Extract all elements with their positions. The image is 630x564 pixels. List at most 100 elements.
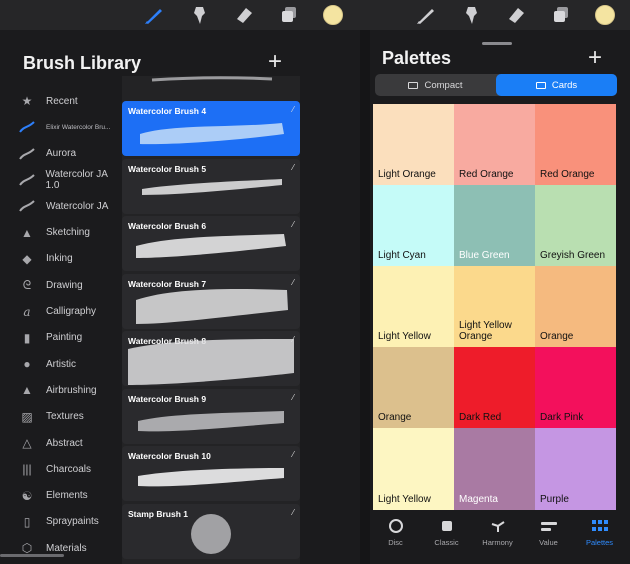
- category-label: Elixir Watercolor Bru...: [46, 123, 111, 131]
- color-swatch-circle[interactable]: [323, 5, 343, 25]
- color-card[interactable]: Red Orange: [454, 104, 535, 185]
- category-charcoals[interactable]: ||| Charcoals: [0, 456, 122, 482]
- category-elements[interactable]: ☯ Elements: [0, 482, 122, 508]
- brush-list: Watercolor Brush 4 ⁄ Watercolor Brush 5 …: [122, 76, 300, 564]
- tab-value[interactable]: Value: [523, 510, 574, 564]
- category-painting[interactable]: ▮ Painting: [0, 325, 122, 351]
- tab-classic[interactable]: Classic: [421, 510, 472, 564]
- color-card[interactable]: Dark Pink: [535, 347, 616, 428]
- smudge-icon[interactable]: [460, 2, 482, 28]
- color-card-label: Dark Pink: [540, 412, 584, 423]
- paint-brush-icon: ▮: [23, 330, 31, 345]
- segment-cards[interactable]: Cards: [496, 74, 617, 96]
- brush-stroke-preview: [140, 123, 284, 145]
- color-card[interactable]: Orange: [373, 347, 454, 428]
- category-label: Textures: [46, 411, 84, 423]
- charcoal-icon: |||: [22, 462, 32, 477]
- scrollbar[interactable]: [0, 554, 64, 557]
- color-card[interactable]: Dark Red: [454, 347, 535, 428]
- harmony-icon: [490, 518, 506, 534]
- category-label: Painting: [46, 332, 83, 344]
- color-card-label: Dark Red: [459, 412, 502, 423]
- spray-icon: ▯: [23, 514, 31, 529]
- cards-view-icon: [535, 81, 546, 89]
- color-swatch[interactable]: [595, 2, 615, 28]
- layers-icon[interactable]: [278, 2, 300, 28]
- color-card[interactable]: Light Cyan: [373, 185, 454, 266]
- brush-icon[interactable]: [415, 2, 437, 28]
- segment-label: Compact: [424, 79, 463, 91]
- color-card-label: Greyish Green: [540, 250, 606, 261]
- toolbar-left: [0, 0, 360, 30]
- category-aurora[interactable]: Aurora: [0, 141, 122, 167]
- category-label: Aurora: [46, 148, 77, 160]
- procreate-screen: Brush Library + ★ Recent Elixir Watercolo…: [0, 0, 630, 564]
- category-sketching[interactable]: ▲ Sketching: [0, 219, 122, 245]
- tab-disc[interactable]: Disc: [370, 510, 421, 564]
- category-materials[interactable]: ⬡ Materials: [0, 535, 122, 561]
- category-drawing[interactable]: ᘓ Drawing: [0, 272, 122, 298]
- add-brush-button[interactable]: +: [268, 48, 282, 76]
- category-inking[interactable]: ◆ Inking: [0, 246, 122, 272]
- color-card-label: Light Orange: [378, 169, 436, 180]
- color-card[interactable]: Light Yellow Orange: [454, 266, 535, 347]
- category-airbrushing[interactable]: ▲ Airbrushing: [0, 377, 122, 403]
- color-swatch[interactable]: [323, 2, 343, 28]
- color-card[interactable]: Light Orange: [373, 104, 454, 185]
- tab-palettes[interactable]: Palettes: [574, 510, 625, 564]
- color-card[interactable]: Magenta: [454, 428, 535, 510]
- classic-icon: [440, 518, 454, 534]
- yin-yang-icon: ☯: [21, 488, 33, 503]
- color-card[interactable]: Orange: [535, 266, 616, 347]
- stroke-icon: [18, 198, 36, 214]
- color-card-label: Light Yellow: [378, 494, 431, 505]
- category-spraypaints[interactable]: ▯ Spraypaints: [0, 509, 122, 535]
- tab-label: Disc: [388, 538, 403, 547]
- brush-item[interactable]: Watercolor Brush 10 ⁄: [122, 446, 300, 501]
- category-watercolor-ja[interactable]: Watercolor JA: [0, 193, 122, 219]
- layers-icon[interactable]: [550, 2, 572, 28]
- color-card[interactable]: Red Orange: [535, 104, 616, 185]
- category-artistic[interactable]: ● Artistic: [0, 351, 122, 377]
- brush-item[interactable]: Watercolor Brush 9 ⁄: [122, 389, 300, 444]
- brush-item[interactable]: Watercolor Brush 7 ⁄: [122, 274, 300, 329]
- category-abstract[interactable]: △ Abstract: [0, 430, 122, 456]
- brush-item[interactable]: Watercolor Brush 8 ⁄: [122, 331, 300, 386]
- add-palette-button[interactable]: +: [588, 44, 602, 72]
- category-watercolor-ja-1[interactable]: Watercolor JA 1.0: [0, 167, 122, 193]
- color-card[interactable]: Blue Green: [454, 185, 535, 266]
- eraser-icon[interactable]: [233, 2, 255, 28]
- eraser-icon[interactable]: [505, 2, 527, 28]
- palettes-grid-icon: [591, 518, 608, 534]
- category-elixir-watercolor[interactable]: Elixir Watercolor Bru...: [0, 114, 122, 140]
- color-card[interactable]: Light Yellow: [373, 266, 454, 347]
- brush-stroke-preview: [142, 179, 282, 195]
- brush-item[interactable]: Watercolor Brush 4 ⁄: [122, 101, 300, 156]
- brush-icon[interactable]: [143, 2, 165, 28]
- segment-label: Cards: [551, 79, 578, 91]
- color-card[interactable]: Purple: [535, 428, 616, 510]
- category-calligraphy[interactable]: a Calligraphy: [0, 298, 122, 324]
- category-label: Spraypaints: [46, 516, 99, 528]
- brush-stroke-preview: [138, 411, 284, 432]
- panel-grabber[interactable]: [482, 42, 512, 45]
- category-label: Calligraphy: [46, 306, 97, 318]
- color-swatch-circle[interactable]: [595, 5, 615, 25]
- color-card-label: Magenta: [459, 494, 498, 505]
- brush-item[interactable]: Watercolor Brush 5 ⁄: [122, 159, 300, 214]
- brush-item[interactable]: Stamp Brush 1 ⁄: [122, 504, 300, 559]
- segment-compact[interactable]: Compact: [375, 74, 496, 96]
- tab-harmony[interactable]: Harmony: [472, 510, 523, 564]
- brush-item[interactable]: Watercolor Brush 6 ⁄: [122, 216, 300, 271]
- color-card[interactable]: Light Yellow: [373, 428, 454, 510]
- stroke-icon: [18, 172, 36, 188]
- category-recent[interactable]: ★ Recent: [0, 88, 122, 114]
- brush-stroke-preview: [191, 514, 231, 554]
- toolbar-right: [360, 0, 630, 30]
- color-card[interactable]: Greyish Green: [535, 185, 616, 266]
- palettes-panel: Palettes + Compact Cards Light Orange Red…: [370, 30, 630, 564]
- category-textures[interactable]: ▨ Textures: [0, 404, 122, 430]
- color-card-label: Light Yellow Orange: [459, 320, 512, 342]
- smudge-icon[interactable]: [188, 2, 210, 28]
- disc-icon: [388, 518, 404, 534]
